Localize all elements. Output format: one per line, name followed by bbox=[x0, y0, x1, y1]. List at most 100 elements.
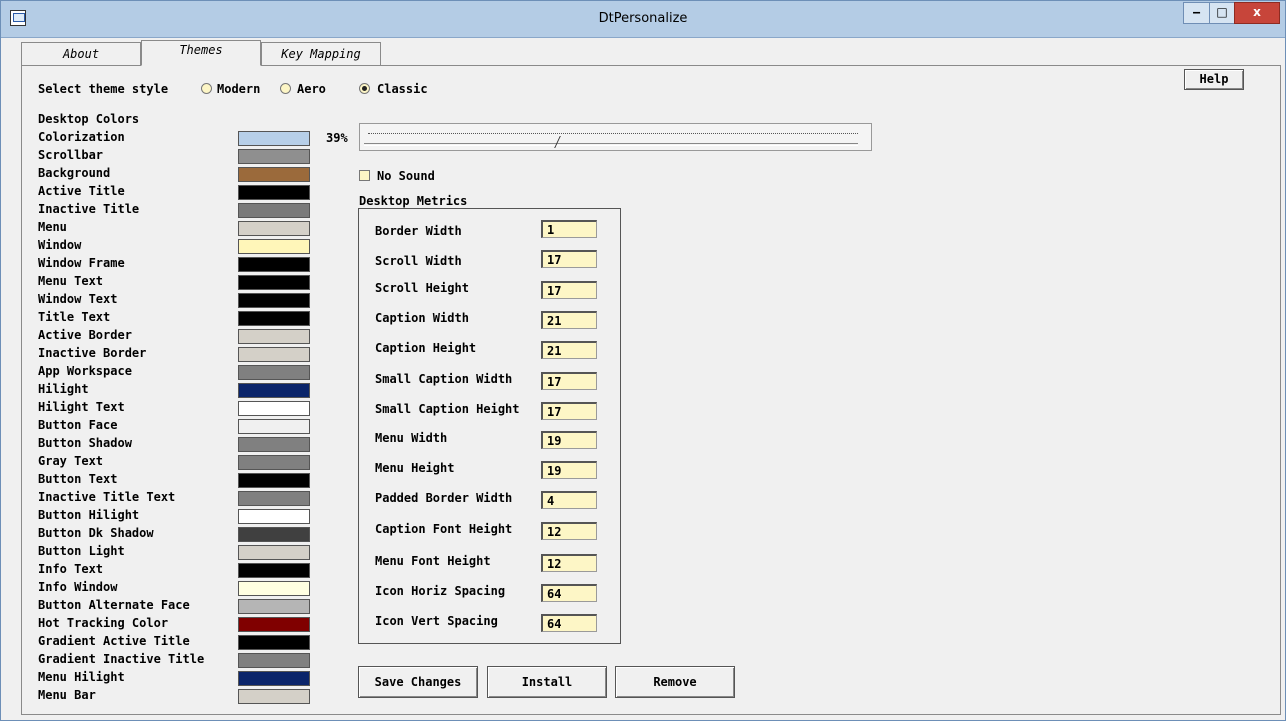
slider-thumb[interactable] bbox=[554, 136, 568, 148]
color-label: Menu Bar bbox=[38, 688, 96, 702]
metric-label: Menu Height bbox=[375, 461, 455, 475]
color-swatch[interactable] bbox=[238, 383, 310, 398]
metric-input[interactable]: 17 bbox=[541, 402, 597, 420]
color-label: Menu Hilight bbox=[38, 670, 125, 684]
metric-input[interactable]: 12 bbox=[541, 522, 597, 540]
color-swatch[interactable] bbox=[238, 581, 310, 596]
color-label: Info Window bbox=[38, 580, 118, 594]
color-label: Menu Text bbox=[38, 274, 104, 288]
color-swatch[interactable] bbox=[238, 419, 310, 434]
radio-aero-label[interactable]: Aero bbox=[297, 81, 326, 97]
metric-label: Scroll Width bbox=[375, 254, 462, 268]
color-swatch[interactable] bbox=[238, 329, 310, 344]
metric-input[interactable]: 21 bbox=[541, 311, 597, 329]
metric-input[interactable]: 64 bbox=[541, 584, 597, 602]
no-sound-checkbox[interactable] bbox=[359, 170, 370, 181]
color-swatch[interactable] bbox=[238, 347, 310, 362]
color-swatch[interactable] bbox=[238, 671, 310, 686]
color-swatch[interactable] bbox=[238, 599, 310, 614]
remove-button[interactable]: Remove bbox=[615, 666, 735, 698]
minimize-icon[interactable]: ‒ bbox=[1183, 2, 1210, 24]
metric-label: Small Caption Width bbox=[375, 372, 513, 386]
color-swatch[interactable] bbox=[238, 149, 310, 164]
color-swatch[interactable] bbox=[238, 545, 310, 560]
color-label: Window Text bbox=[38, 292, 118, 306]
color-swatch[interactable] bbox=[238, 689, 310, 704]
colorization-percent: 39% bbox=[326, 131, 348, 145]
tab-about[interactable]: About bbox=[21, 42, 141, 65]
metric-label: Icon Horiz Spacing bbox=[375, 584, 506, 598]
metric-input[interactable]: 4 bbox=[541, 491, 597, 509]
color-label: Scrollbar bbox=[38, 148, 104, 162]
color-swatch[interactable] bbox=[238, 437, 310, 452]
radio-classic-label[interactable]: Classic bbox=[377, 81, 428, 97]
color-label: Window bbox=[38, 238, 82, 252]
metric-input[interactable]: 19 bbox=[541, 461, 597, 479]
color-swatch[interactable] bbox=[238, 257, 310, 272]
tab-themes[interactable]: Themes bbox=[141, 40, 261, 66]
radio-modern-label[interactable]: Modern bbox=[217, 81, 260, 97]
color-swatch[interactable] bbox=[238, 365, 310, 380]
colorization-slider[interactable] bbox=[359, 123, 872, 151]
title-bar[interactable]: DtPersonalize ‒ □ x bbox=[1, 1, 1285, 38]
color-label: Inactive Border bbox=[38, 346, 147, 360]
metric-input[interactable]: 64 bbox=[541, 614, 597, 632]
color-swatch[interactable] bbox=[238, 131, 310, 146]
color-swatch[interactable] bbox=[238, 635, 310, 650]
color-label: Gradient Active Title bbox=[38, 634, 190, 648]
color-swatch[interactable] bbox=[238, 455, 310, 470]
color-swatch[interactable] bbox=[238, 401, 310, 416]
color-label: Hilight Text bbox=[38, 400, 125, 414]
metric-label: Scroll Height bbox=[375, 281, 469, 295]
metric-input[interactable]: 1 bbox=[541, 220, 597, 238]
color-label: Button Shadow bbox=[38, 436, 132, 450]
color-label: Colorization bbox=[38, 130, 125, 144]
metric-input[interactable]: 17 bbox=[541, 281, 597, 299]
color-swatch[interactable] bbox=[238, 527, 310, 542]
color-swatch[interactable] bbox=[238, 239, 310, 254]
color-label: Button Alternate Face bbox=[38, 598, 190, 612]
help-button[interactable]: Help bbox=[1184, 69, 1244, 90]
themes-panel bbox=[21, 65, 1281, 715]
tab-key-mapping[interactable]: Key Mapping bbox=[261, 42, 381, 65]
color-swatch[interactable] bbox=[238, 221, 310, 236]
color-label: Inactive Title Text bbox=[38, 490, 176, 504]
color-swatch[interactable] bbox=[238, 293, 310, 308]
color-label: Gray Text bbox=[38, 454, 104, 468]
color-swatch[interactable] bbox=[238, 491, 310, 506]
radio-modern[interactable] bbox=[201, 83, 212, 94]
metric-label: Menu Font Height bbox=[375, 554, 491, 568]
color-label: Info Text bbox=[38, 562, 104, 576]
metric-input[interactable]: 17 bbox=[541, 372, 597, 390]
color-label: Active Border bbox=[38, 328, 132, 342]
color-swatch[interactable] bbox=[238, 473, 310, 488]
color-label: Inactive Title bbox=[38, 202, 140, 216]
color-swatch[interactable] bbox=[238, 185, 310, 200]
radio-classic[interactable] bbox=[359, 83, 370, 94]
color-swatch[interactable] bbox=[238, 275, 310, 290]
maximize-icon[interactable]: □ bbox=[1209, 2, 1235, 24]
color-swatch[interactable] bbox=[238, 311, 310, 326]
metric-input[interactable]: 19 bbox=[541, 431, 597, 449]
color-label: Window Frame bbox=[38, 256, 125, 270]
color-swatch[interactable] bbox=[238, 653, 310, 668]
color-swatch[interactable] bbox=[238, 509, 310, 524]
color-swatch[interactable] bbox=[238, 563, 310, 578]
slider-ticks bbox=[368, 130, 858, 134]
color-swatch[interactable] bbox=[238, 203, 310, 218]
color-swatch[interactable] bbox=[238, 167, 310, 182]
metric-input[interactable]: 21 bbox=[541, 341, 597, 359]
metric-label: Caption Font Height bbox=[375, 522, 513, 536]
metric-label: Padded Border Width bbox=[375, 491, 513, 505]
color-label: Gradient Inactive Title bbox=[38, 652, 205, 666]
color-label: Active Title bbox=[38, 184, 125, 198]
radio-aero[interactable] bbox=[280, 83, 291, 94]
color-label: Hot Tracking Color bbox=[38, 616, 169, 630]
color-swatch[interactable] bbox=[238, 617, 310, 632]
no-sound-label[interactable]: No Sound bbox=[377, 168, 435, 184]
metric-input[interactable]: 12 bbox=[541, 554, 597, 572]
save-changes-button[interactable]: Save Changes bbox=[358, 666, 478, 698]
metric-input[interactable]: 17 bbox=[541, 250, 597, 268]
close-icon[interactable]: x bbox=[1234, 2, 1280, 24]
install-button[interactable]: Install bbox=[487, 666, 607, 698]
